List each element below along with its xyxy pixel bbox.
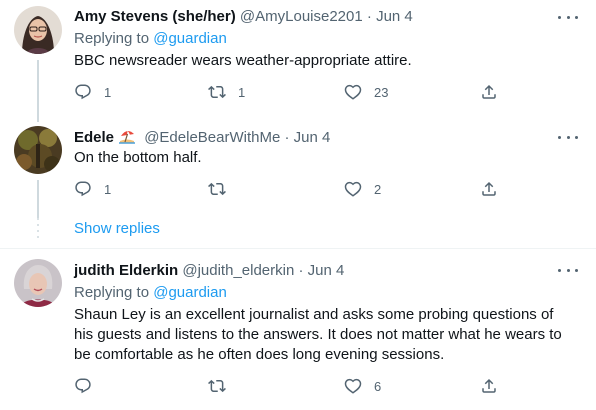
thread-dots [36, 218, 40, 242]
replying-prefix: Replying to [74, 30, 150, 47]
reply-icon [74, 377, 92, 395]
more-options-icon[interactable] [558, 263, 578, 277]
tweet-actions: 1 2 [74, 179, 544, 199]
like-count: 6 [374, 378, 382, 394]
avatar[interactable] [14, 259, 62, 307]
heart-icon [344, 180, 362, 198]
avatar[interactable] [14, 6, 62, 54]
replying-to: Replying to @guardian [74, 30, 227, 48]
replying-to-handle[interactable]: @guardian [153, 30, 227, 47]
tweet-text: Shaun Ley is an excellent journalist and… [74, 306, 562, 363]
tweet-date[interactable]: Jun 4 [308, 262, 345, 279]
tweet-judith-elderkin[interactable]: judith Elderkin @judith_elderkin · Jun 4… [0, 248, 596, 410]
tweet-text: On the bottom half. [74, 149, 202, 166]
more-options-icon[interactable] [558, 130, 578, 144]
replying-to-handle[interactable]: @guardian [153, 284, 227, 301]
heart-icon [344, 377, 362, 395]
user-handle[interactable]: @EdeleBearWithMe [144, 129, 280, 146]
tweet-actions: 1 1 23 [74, 82, 544, 102]
retweet-icon [208, 180, 226, 198]
tweet-text: BBC newsreader wears weather-appropriate… [74, 52, 412, 69]
retweet-button[interactable] [208, 376, 238, 396]
thread-line [37, 180, 39, 218]
heart-icon [344, 83, 362, 101]
display-name[interactable]: judith Elderkin [74, 262, 178, 279]
tweet-date[interactable]: Jun 4 [294, 129, 331, 146]
reply-count: 1 [104, 84, 112, 100]
tweet-actions: 6 [74, 376, 544, 396]
separator-dot: · [284, 129, 290, 146]
share-button[interactable] [480, 376, 498, 396]
show-replies-link[interactable]: Show replies [74, 220, 160, 238]
tweet-date[interactable]: Jun 4 [376, 8, 413, 25]
tweet-header: judith Elderkin @judith_elderkin · Jun 4 [74, 262, 344, 280]
share-button[interactable] [480, 82, 498, 102]
like-count: 23 [374, 84, 389, 100]
tweet-amy-stevens[interactable]: Amy Stevens (she/her) @AmyLouise2201 · J… [0, 0, 596, 122]
tweet-header: Edele @EdeleBearWithMe · Jun 4 [74, 128, 330, 149]
thread-line [37, 60, 39, 122]
replying-prefix: Replying to [74, 284, 150, 301]
like-button[interactable]: 6 [344, 376, 381, 396]
display-name[interactable]: Edele [74, 129, 114, 146]
like-button[interactable]: 23 [344, 82, 388, 102]
share-button[interactable] [480, 179, 498, 199]
retweet-count: 1 [238, 84, 246, 100]
reply-icon [74, 83, 92, 101]
beach-umbrella-icon [118, 128, 136, 149]
retweet-icon [208, 377, 226, 395]
retweet-icon [208, 83, 226, 101]
retweet-button[interactable] [208, 179, 238, 199]
tweet-edele[interactable]: Edele @EdeleBearWithMe · Jun 4 On the bo… [0, 120, 596, 248]
share-icon [480, 83, 498, 101]
retweet-button[interactable]: 1 [208, 82, 245, 102]
share-icon [480, 377, 498, 395]
reply-button[interactable]: 1 [74, 82, 111, 102]
like-button[interactable]: 2 [344, 179, 381, 199]
reply-count: 1 [104, 181, 112, 197]
separator-dot: · [366, 8, 372, 25]
more-options-icon[interactable] [558, 10, 578, 24]
tweet-header: Amy Stevens (she/her) @AmyLouise2201 · J… [74, 8, 413, 26]
display-name[interactable]: Amy Stevens (she/her) [74, 8, 236, 25]
replying-to: Replying to @guardian [74, 284, 227, 302]
separator-dot: · [298, 262, 304, 279]
share-icon [480, 180, 498, 198]
user-handle[interactable]: @AmyLouise2201 [240, 8, 363, 25]
like-count: 2 [374, 181, 382, 197]
avatar[interactable] [14, 126, 62, 174]
user-handle[interactable]: @judith_elderkin [182, 262, 294, 279]
reply-button[interactable]: 1 [74, 179, 111, 199]
reply-icon [74, 180, 92, 198]
reply-button[interactable] [74, 376, 104, 396]
